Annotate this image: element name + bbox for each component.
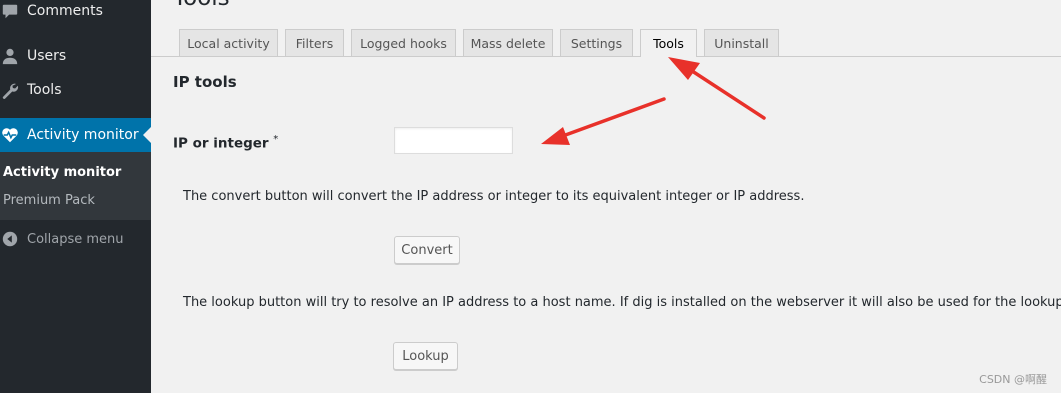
user-icon <box>1 47 19 65</box>
tab-uninstall[interactable]: Uninstall <box>704 29 779 56</box>
tab-logged-hooks[interactable]: Logged hooks <box>351 29 456 56</box>
watermark-text: CSDN @啊醒 <box>979 373 1047 386</box>
required-marker: * <box>273 134 279 145</box>
ip-field-label-text: IP or integer <box>173 135 269 152</box>
sidebar-item-comments[interactable]: Comments <box>0 0 151 28</box>
tab-local-activity[interactable]: Local activity <box>179 29 278 56</box>
lookup-button[interactable]: Lookup <box>393 342 458 370</box>
sidebar-item-label: Activity monitor <box>27 127 139 143</box>
submenu-item-premium-pack[interactable]: Premium Pack <box>3 193 95 208</box>
active-menu-pointer <box>143 127 151 143</box>
ip-or-integer-input[interactable] <box>394 127 513 154</box>
tab-filters[interactable]: Filters <box>285 29 344 56</box>
sidebar-item-activity-monitor[interactable]: Activity monitor <box>0 118 151 152</box>
tab-mass-delete[interactable]: Mass delete <box>463 29 553 56</box>
heart-icon <box>1 126 19 144</box>
sidebar-item-label: Tools <box>27 82 62 98</box>
wrench-icon <box>1 81 19 99</box>
collapse-arrow-icon <box>1 230 19 248</box>
sidebar-item-tools[interactable]: Tools <box>0 73 151 107</box>
page-title: Tools <box>173 0 230 13</box>
submenu-item-activity-monitor[interactable]: Activity monitor <box>3 165 121 180</box>
collapse-menu-label: Collapse menu <box>27 231 124 247</box>
tab-tools[interactable]: Tools <box>640 29 697 57</box>
sidebar-item-label: Users <box>27 48 67 64</box>
collapse-menu-button[interactable]: Collapse menu <box>0 229 124 249</box>
lookup-description: The lookup button will try to resolve an… <box>183 295 1061 310</box>
tab-settings[interactable]: Settings <box>560 29 633 56</box>
convert-button[interactable]: Convert <box>394 236 460 264</box>
ip-field-label: IP or integer * <box>173 134 278 152</box>
comment-icon <box>1 2 19 20</box>
sidebar-item-label: Comments <box>27 3 103 19</box>
arrow-to-tools-tab <box>668 57 766 120</box>
sidebar-item-users[interactable]: Users <box>0 39 151 73</box>
arrow-to-ip-input <box>541 97 666 145</box>
admin-sidebar: Comments Users Tools Activity monitor Ac… <box>0 0 151 393</box>
sidebar-submenu: Activity monitor Premium Pack <box>0 152 151 220</box>
tab-bar-line <box>151 56 1061 57</box>
convert-description: The convert button will convert the IP a… <box>183 189 805 204</box>
section-title-ip-tools: IP tools <box>173 73 237 91</box>
